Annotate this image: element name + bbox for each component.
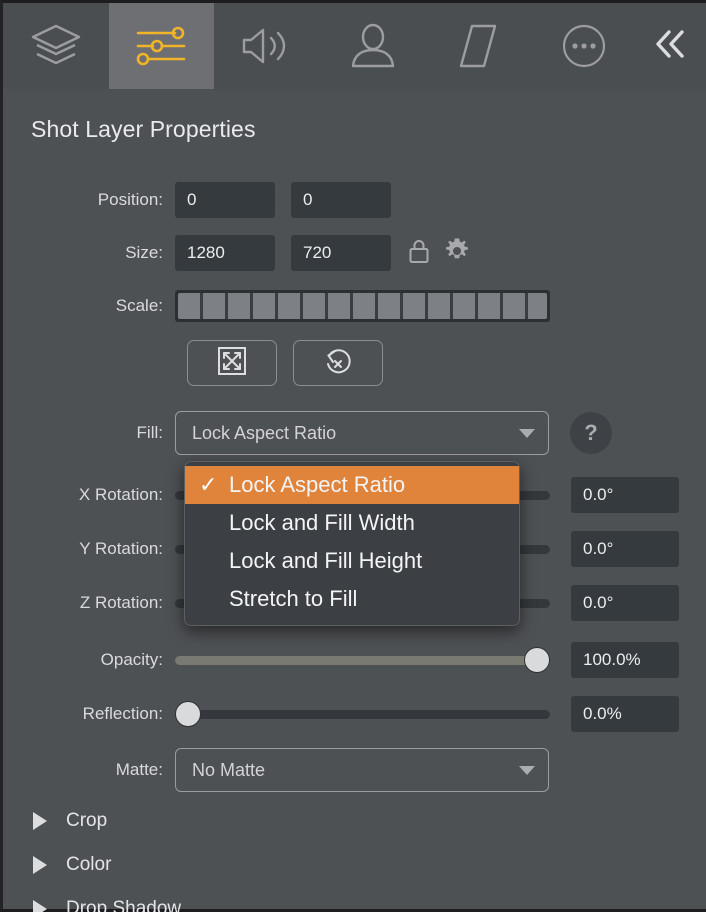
position-label: Position:	[97, 190, 163, 209]
reflection-value[interactable]: 0.0%	[571, 696, 679, 732]
x-rotation-label: X Rotation:	[78, 485, 163, 504]
ellipsis-circle-icon	[560, 22, 608, 70]
section-color[interactable]: Color	[3, 843, 706, 887]
fit-to-screen-icon	[217, 346, 247, 381]
properties-panel: Shot Layer Properties Position: 0 0 Size…	[0, 0, 706, 912]
size-width-input[interactable]: 1280	[175, 235, 275, 271]
parallelogram-icon	[455, 22, 501, 70]
person-icon	[348, 22, 398, 70]
page-title: Shot Layer Properties	[31, 116, 256, 142]
disclosure-triangle-icon	[33, 900, 47, 912]
reflection-label: Reflection:	[82, 704, 163, 723]
matte-label: Matte:	[115, 760, 163, 779]
size-options	[408, 238, 470, 269]
toolbar-tab-presenter[interactable]	[320, 3, 426, 89]
check-icon: ✓	[199, 472, 218, 497]
section-color-label: Color	[66, 854, 112, 875]
y-rotation-value[interactable]: 0.0°	[571, 531, 679, 567]
help-button[interactable]: ?	[570, 412, 612, 454]
menu-item-lock-and-fill-height[interactable]: Lock and Fill Height	[185, 542, 519, 580]
lock-icon[interactable]	[408, 238, 430, 269]
fill-dropdown-menu[interactable]: ✓ Lock Aspect Ratio Lock and Fill Width …	[184, 461, 520, 626]
section-drop-shadow-label: Drop Shadow	[66, 898, 182, 912]
scale-label: Scale:	[115, 296, 163, 315]
opacity-knob[interactable]	[524, 647, 550, 673]
opacity-value[interactable]: 100.0%	[571, 642, 679, 678]
row-fill: Fill: Lock Aspect Ratio ?	[3, 411, 706, 455]
menu-item-lock-and-fill-width[interactable]: Lock and Fill Width	[185, 504, 519, 542]
row-opacity: Opacity: 100.0%	[3, 642, 706, 678]
fill-label: Fill:	[136, 423, 163, 442]
row-matte: Matte: No Matte	[3, 748, 706, 792]
size-label: Size:	[125, 243, 163, 262]
reflection-slider[interactable]	[175, 701, 550, 727]
reset-button[interactable]	[293, 340, 383, 386]
menu-item-lock-aspect-ratio[interactable]: ✓ Lock Aspect Ratio	[185, 466, 519, 504]
matte-select[interactable]: No Matte	[175, 748, 549, 792]
volume-icon	[241, 22, 293, 70]
fill-select[interactable]: Lock Aspect Ratio	[175, 411, 549, 455]
y-rotation-label: Y Rotation:	[79, 539, 163, 558]
opacity-label: Opacity:	[100, 650, 163, 669]
menu-item-label: Lock Aspect Ratio	[229, 472, 406, 497]
chevron-double-left-icon	[651, 27, 691, 66]
toolbar-tab-layers[interactable]	[3, 3, 109, 89]
opacity-fill	[175, 656, 537, 665]
scale-jog-ticks	[178, 293, 547, 319]
toolbar-tab-transform[interactable]	[426, 3, 532, 89]
menu-item-label: Stretch to Fill	[229, 586, 358, 611]
opacity-slider[interactable]	[175, 647, 550, 673]
row-size: Size: 1280 720	[3, 235, 706, 271]
fill-select-value: Lock Aspect Ratio	[192, 422, 337, 443]
z-rotation-label: Z Rotation:	[79, 593, 163, 612]
chevron-down-icon	[518, 423, 536, 444]
row-scale: Scale:	[3, 288, 706, 324]
row-reflection: Reflection: 0.0%	[3, 696, 706, 732]
adjustments-icon	[134, 22, 188, 70]
row-scale-actions	[3, 340, 706, 386]
disclosure-triangle-icon	[33, 812, 47, 830]
menu-item-label: Lock and Fill Height	[229, 548, 423, 573]
size-height-input[interactable]: 720	[291, 235, 391, 271]
matte-select-value: No Matte	[192, 759, 266, 780]
panel-toolbar	[3, 3, 706, 89]
toolbar-tab-more[interactable]	[531, 3, 637, 89]
reset-icon	[323, 346, 353, 381]
position-y-input[interactable]: 0	[291, 182, 391, 218]
x-rotation-value[interactable]: 0.0°	[571, 477, 679, 513]
menu-item-label: Lock and Fill Width	[229, 510, 415, 535]
reflection-knob[interactable]	[175, 701, 201, 727]
section-drop-shadow[interactable]: Drop Shadow	[3, 887, 706, 912]
disclosure-triangle-icon	[33, 856, 47, 874]
fit-to-screen-button[interactable]	[187, 340, 277, 386]
reflection-track	[175, 710, 550, 719]
section-crop[interactable]: Crop	[3, 799, 706, 843]
chevron-down-icon	[518, 760, 536, 781]
scale-jog-slider[interactable]	[175, 290, 550, 322]
gear-icon[interactable]	[444, 238, 470, 269]
layers-icon	[28, 21, 84, 71]
row-position: Position: 0 0	[3, 182, 706, 218]
collapse-panel-button[interactable]	[637, 3, 706, 89]
z-rotation-value[interactable]: 0.0°	[571, 585, 679, 621]
section-crop-label: Crop	[66, 810, 108, 831]
toolbar-tab-audio[interactable]	[214, 3, 320, 89]
toolbar-tab-properties[interactable]	[108, 3, 215, 89]
menu-item-stretch-to-fill[interactable]: Stretch to Fill	[185, 580, 519, 618]
position-x-input[interactable]: 0	[175, 182, 275, 218]
